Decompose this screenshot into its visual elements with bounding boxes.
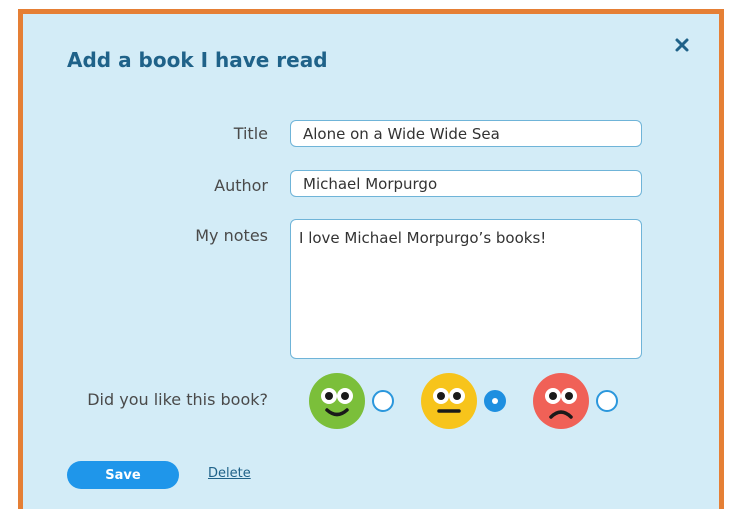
close-icon[interactable] [673,36,691,54]
rating-radio-sad[interactable] [596,390,618,412]
author-label: Author [214,176,268,195]
rating-radio-happy[interactable] [372,390,394,412]
happy-face-icon[interactable] [309,373,365,429]
delete-link[interactable]: Delete [208,466,251,481]
dialog-title: Add a book I have read [67,48,328,72]
sad-face-icon[interactable] [533,373,589,429]
author-input[interactable] [290,170,642,197]
save-button[interactable]: Save [67,461,179,489]
title-label: Title [233,124,268,143]
radio-selected-dot [492,398,498,404]
add-book-dialog: Add a book I have read Title Author My n… [18,9,724,509]
notes-label: My notes [195,226,268,245]
title-input[interactable] [290,120,642,147]
neutral-face-icon[interactable] [421,373,477,429]
rating-question: Did you like this book? [87,390,268,409]
notes-textarea[interactable] [290,219,642,359]
rating-radio-neutral[interactable] [484,390,506,412]
